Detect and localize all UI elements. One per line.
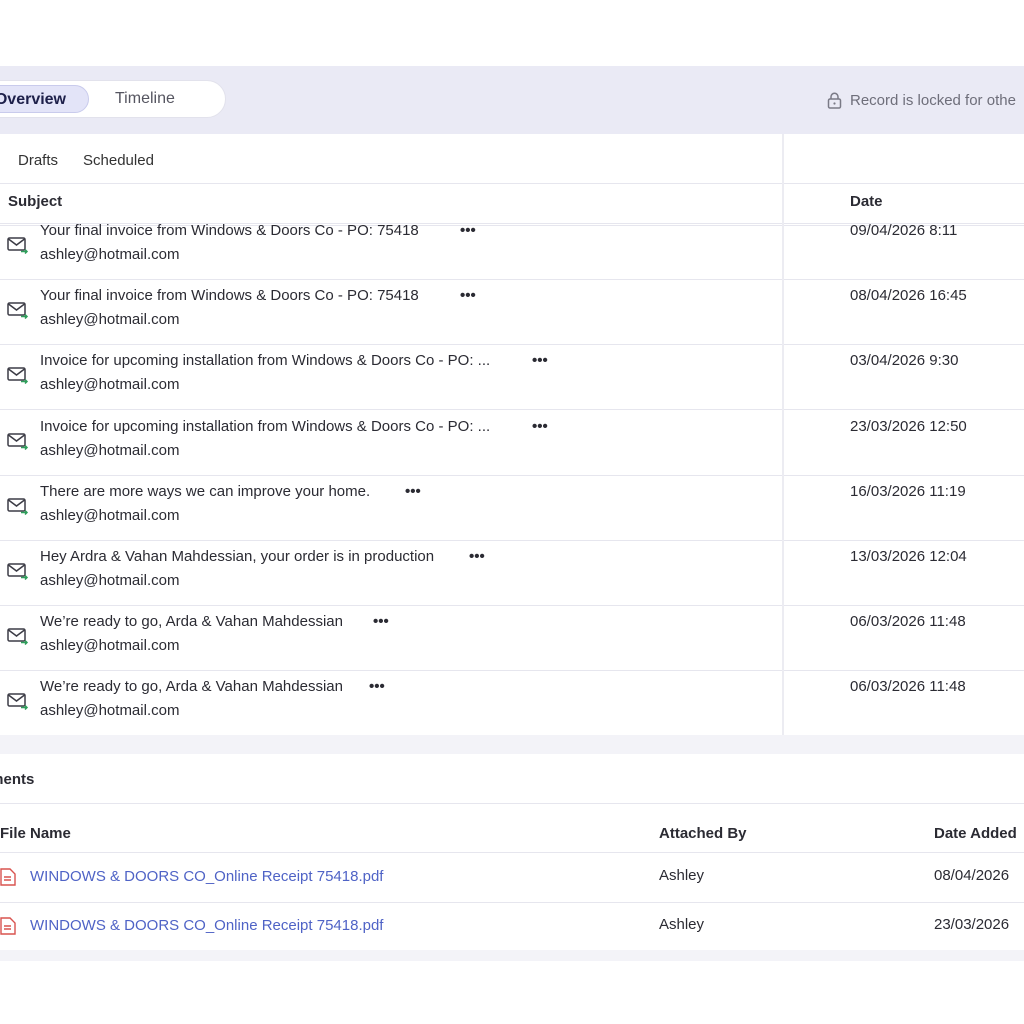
email-row[interactable]: Invoice for upcoming installation from W… (0, 344, 1024, 409)
email-row[interactable]: We’re ready to go, Arda & Vahan Mahdessi… (0, 670, 1024, 735)
mail-outgoing-icon (7, 627, 29, 650)
tab-overview[interactable]: Overview (0, 85, 89, 113)
column-header-date[interactable]: Date (850, 193, 883, 210)
email-subtabs: Drafts Scheduled (18, 152, 154, 169)
mail-outgoing-icon (7, 236, 29, 259)
lock-notice: Record is locked for othe (827, 90, 1016, 110)
email-subject[interactable]: We’re ready to go, Arda & Vahan Mahdessi… (40, 678, 343, 695)
email-sender: ashley@hotmail.com (40, 702, 180, 719)
email-date: 03/04/2026 9:30 (850, 352, 959, 369)
email-sender: ashley@hotmail.com (40, 311, 180, 328)
email-sender: ashley@hotmail.com (40, 376, 180, 393)
attachment-row: WINDOWS & DOORS CO_Online Receipt 75418.… (0, 853, 1024, 901)
email-row[interactable]: Your final invoice from Windows & Doors … (0, 279, 1024, 344)
email-date: 09/04/2026 8:11 (850, 222, 958, 239)
email-subject[interactable]: Your final invoice from Windows & Doors … (40, 287, 419, 304)
attachment-date-added: 08/04/2026 (934, 867, 1010, 884)
record-tab-bar: Overview Timeline Record is locked for o… (0, 66, 1024, 135)
subtab-drafts[interactable]: Drafts (18, 152, 58, 169)
mail-outgoing-icon (7, 562, 29, 585)
tab-group: Overview Timeline (0, 80, 226, 118)
email-sender: ashley@hotmail.com (40, 572, 180, 589)
email-sender: ashley@hotmail.com (40, 507, 180, 524)
tab-timeline[interactable]: Timeline (115, 85, 215, 113)
emails-card: Drafts Scheduled Subject Date Your final… (0, 134, 1024, 735)
more-actions-button[interactable]: ••• (460, 287, 476, 304)
mail-outgoing-icon (7, 432, 29, 455)
email-date: 06/03/2026 11:48 (850, 678, 966, 695)
mail-outgoing-icon (7, 366, 29, 389)
record-panel: Overview Timeline Record is locked for o… (0, 66, 1024, 961)
email-row[interactable]: Invoice for upcoming installation from W… (0, 410, 1024, 475)
email-row[interactable]: Your final invoice from Windows & Doors … (0, 214, 1024, 279)
email-row[interactable]: We’re ready to go, Arda & Vahan Mahdessi… (0, 605, 1024, 670)
subtab-scheduled[interactable]: Scheduled (83, 152, 154, 169)
email-subject[interactable]: Invoice for upcoming installation from W… (40, 418, 490, 435)
attachment-date-added: 23/03/2026 (934, 916, 1010, 933)
attachment-file-link[interactable]: WINDOWS & DOORS CO_Online Receipt 75418.… (30, 917, 383, 934)
email-row[interactable]: Hey Ardra & Vahan Mahdessian, your order… (0, 540, 1024, 605)
email-subject[interactable]: Invoice for upcoming installation from W… (40, 352, 490, 369)
lock-notice-text: Record is locked for othe (850, 91, 1016, 109)
column-header-subject[interactable]: Subject (8, 193, 62, 210)
pdf-file-icon (0, 868, 16, 891)
more-actions-button[interactable]: ••• (532, 418, 548, 435)
column-header-attached-by[interactable]: Attached By (659, 825, 747, 842)
email-date: 23/03/2026 12:50 (850, 418, 967, 435)
more-actions-button[interactable]: ••• (369, 678, 385, 695)
column-header-file-name[interactable]: File Name (0, 825, 71, 842)
email-sender: ashley@hotmail.com (40, 637, 180, 654)
attachment-row: WINDOWS & DOORS CO_Online Receipt 75418.… (0, 902, 1024, 950)
mail-outgoing-icon (7, 692, 29, 715)
more-actions-button[interactable]: ••• (469, 548, 485, 565)
email-subject[interactable]: Your final invoice from Windows & Doors … (40, 222, 419, 239)
email-subject[interactable]: Hey Ardra & Vahan Mahdessian, your order… (40, 548, 434, 565)
divider (0, 183, 1024, 184)
email-date: 13/03/2026 12:04 (850, 548, 967, 565)
attachment-attached-by: Ashley (659, 916, 705, 933)
lock-icon (827, 92, 842, 109)
divider (0, 803, 1024, 804)
email-row[interactable]: There are more ways we can improve your … (0, 475, 1024, 540)
attachments-card: nments File Name Attached By Date Added … (0, 754, 1024, 950)
pdf-file-icon (0, 917, 16, 940)
attachment-file-link[interactable]: WINDOWS & DOORS CO_Online Receipt 75418.… (30, 868, 383, 885)
mail-outgoing-icon (7, 497, 29, 520)
more-actions-button[interactable]: ••• (405, 483, 421, 500)
column-header-date-added[interactable]: Date Added (934, 825, 1017, 842)
email-date: 06/03/2026 11:48 (850, 613, 966, 630)
more-actions-button[interactable]: ••• (373, 613, 389, 630)
attachments-title: nments (0, 771, 35, 788)
email-date: 08/04/2026 16:45 (850, 287, 967, 304)
email-sender: ashley@hotmail.com (40, 246, 180, 263)
email-subject[interactable]: We’re ready to go, Arda & Vahan Mahdessi… (40, 613, 343, 630)
attachment-attached-by: Ashley (659, 867, 705, 884)
more-actions-button[interactable]: ••• (460, 222, 476, 239)
email-sender: ashley@hotmail.com (40, 442, 180, 459)
more-actions-button[interactable]: ••• (532, 352, 548, 369)
email-date: 16/03/2026 11:19 (850, 483, 966, 500)
email-subject[interactable]: There are more ways we can improve your … (40, 483, 370, 500)
mail-outgoing-icon (7, 301, 29, 324)
